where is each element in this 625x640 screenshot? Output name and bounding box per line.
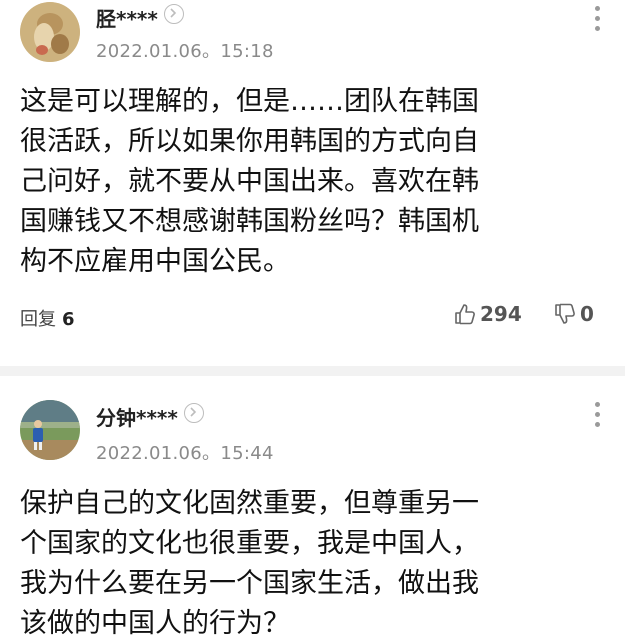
username[interactable]: 分钟**** <box>96 402 204 431</box>
chevron-right-icon[interactable] <box>163 4 184 24</box>
more-vertical-icon[interactable] <box>591 402 603 434</box>
comment-line: 构不应雇用中国公民。 <box>20 246 290 277</box>
dislike-count: 0 <box>580 302 594 326</box>
comment-line: 很活跃，所以如果你用韩国的方式向自 <box>20 126 479 157</box>
reply-count: 6 <box>62 309 75 330</box>
like-button[interactable]: 294 <box>454 302 522 326</box>
username[interactable]: 胫**** <box>96 3 184 32</box>
username-text: 分钟**** <box>96 406 178 430</box>
comment-line: 国赚钱又不想感谢韩国粉丝吗？韩国机 <box>20 206 479 237</box>
comment-line: 我为什么要在另一个国家生活，做出我 <box>20 568 479 599</box>
thumbs-up-icon <box>455 304 475 325</box>
comment-card: 分钟**** 2022.01.06。15:44 保护自己的文化固然重要，但尊重另… <box>0 382 625 640</box>
timestamp: 2022.01.06。15:44 <box>96 443 274 464</box>
comment-line: 保护自己的文化固然重要，但尊重另一 <box>20 488 479 519</box>
avatar[interactable] <box>20 400 80 460</box>
comment-text: 保护自己的文化固然重要，但尊重另一 个国家的文化也很重要，我是中国人， 我为什么… <box>20 484 610 640</box>
comment-card: 胫**** 2022.01.06。15:18 这是可以理解的，但是……团队在韩国… <box>0 0 625 350</box>
comment-line: 该做的中国人的行为？ <box>20 608 290 639</box>
username-text: 胫**** <box>96 7 158 31</box>
reply-button[interactable]: 回复 6 <box>20 305 75 331</box>
timestamp: 2022.01.06。15:18 <box>96 41 274 62</box>
chevron-right-icon[interactable] <box>183 403 204 423</box>
dislike-button[interactable]: 0 <box>554 302 594 326</box>
comment-line: 个国家的文化也很重要，我是中国人， <box>20 528 479 559</box>
comment-text: 这是可以理解的，但是……团队在韩国 很活跃，所以如果你用韩国的方式向自 己问好，… <box>20 82 610 282</box>
more-vertical-icon[interactable] <box>591 6 603 38</box>
comment-line: 己问好，就不要从中国出来。喜欢在韩 <box>20 166 479 197</box>
thumbs-down-icon <box>555 303 575 324</box>
section-divider <box>0 366 625 376</box>
avatar[interactable] <box>20 2 80 62</box>
reply-label: 回复 <box>20 309 56 330</box>
like-count: 294 <box>480 302 522 326</box>
comment-line: 这是可以理解的，但是……团队在韩国 <box>20 86 479 117</box>
action-bar: 回复 6 294 0 <box>20 300 605 334</box>
